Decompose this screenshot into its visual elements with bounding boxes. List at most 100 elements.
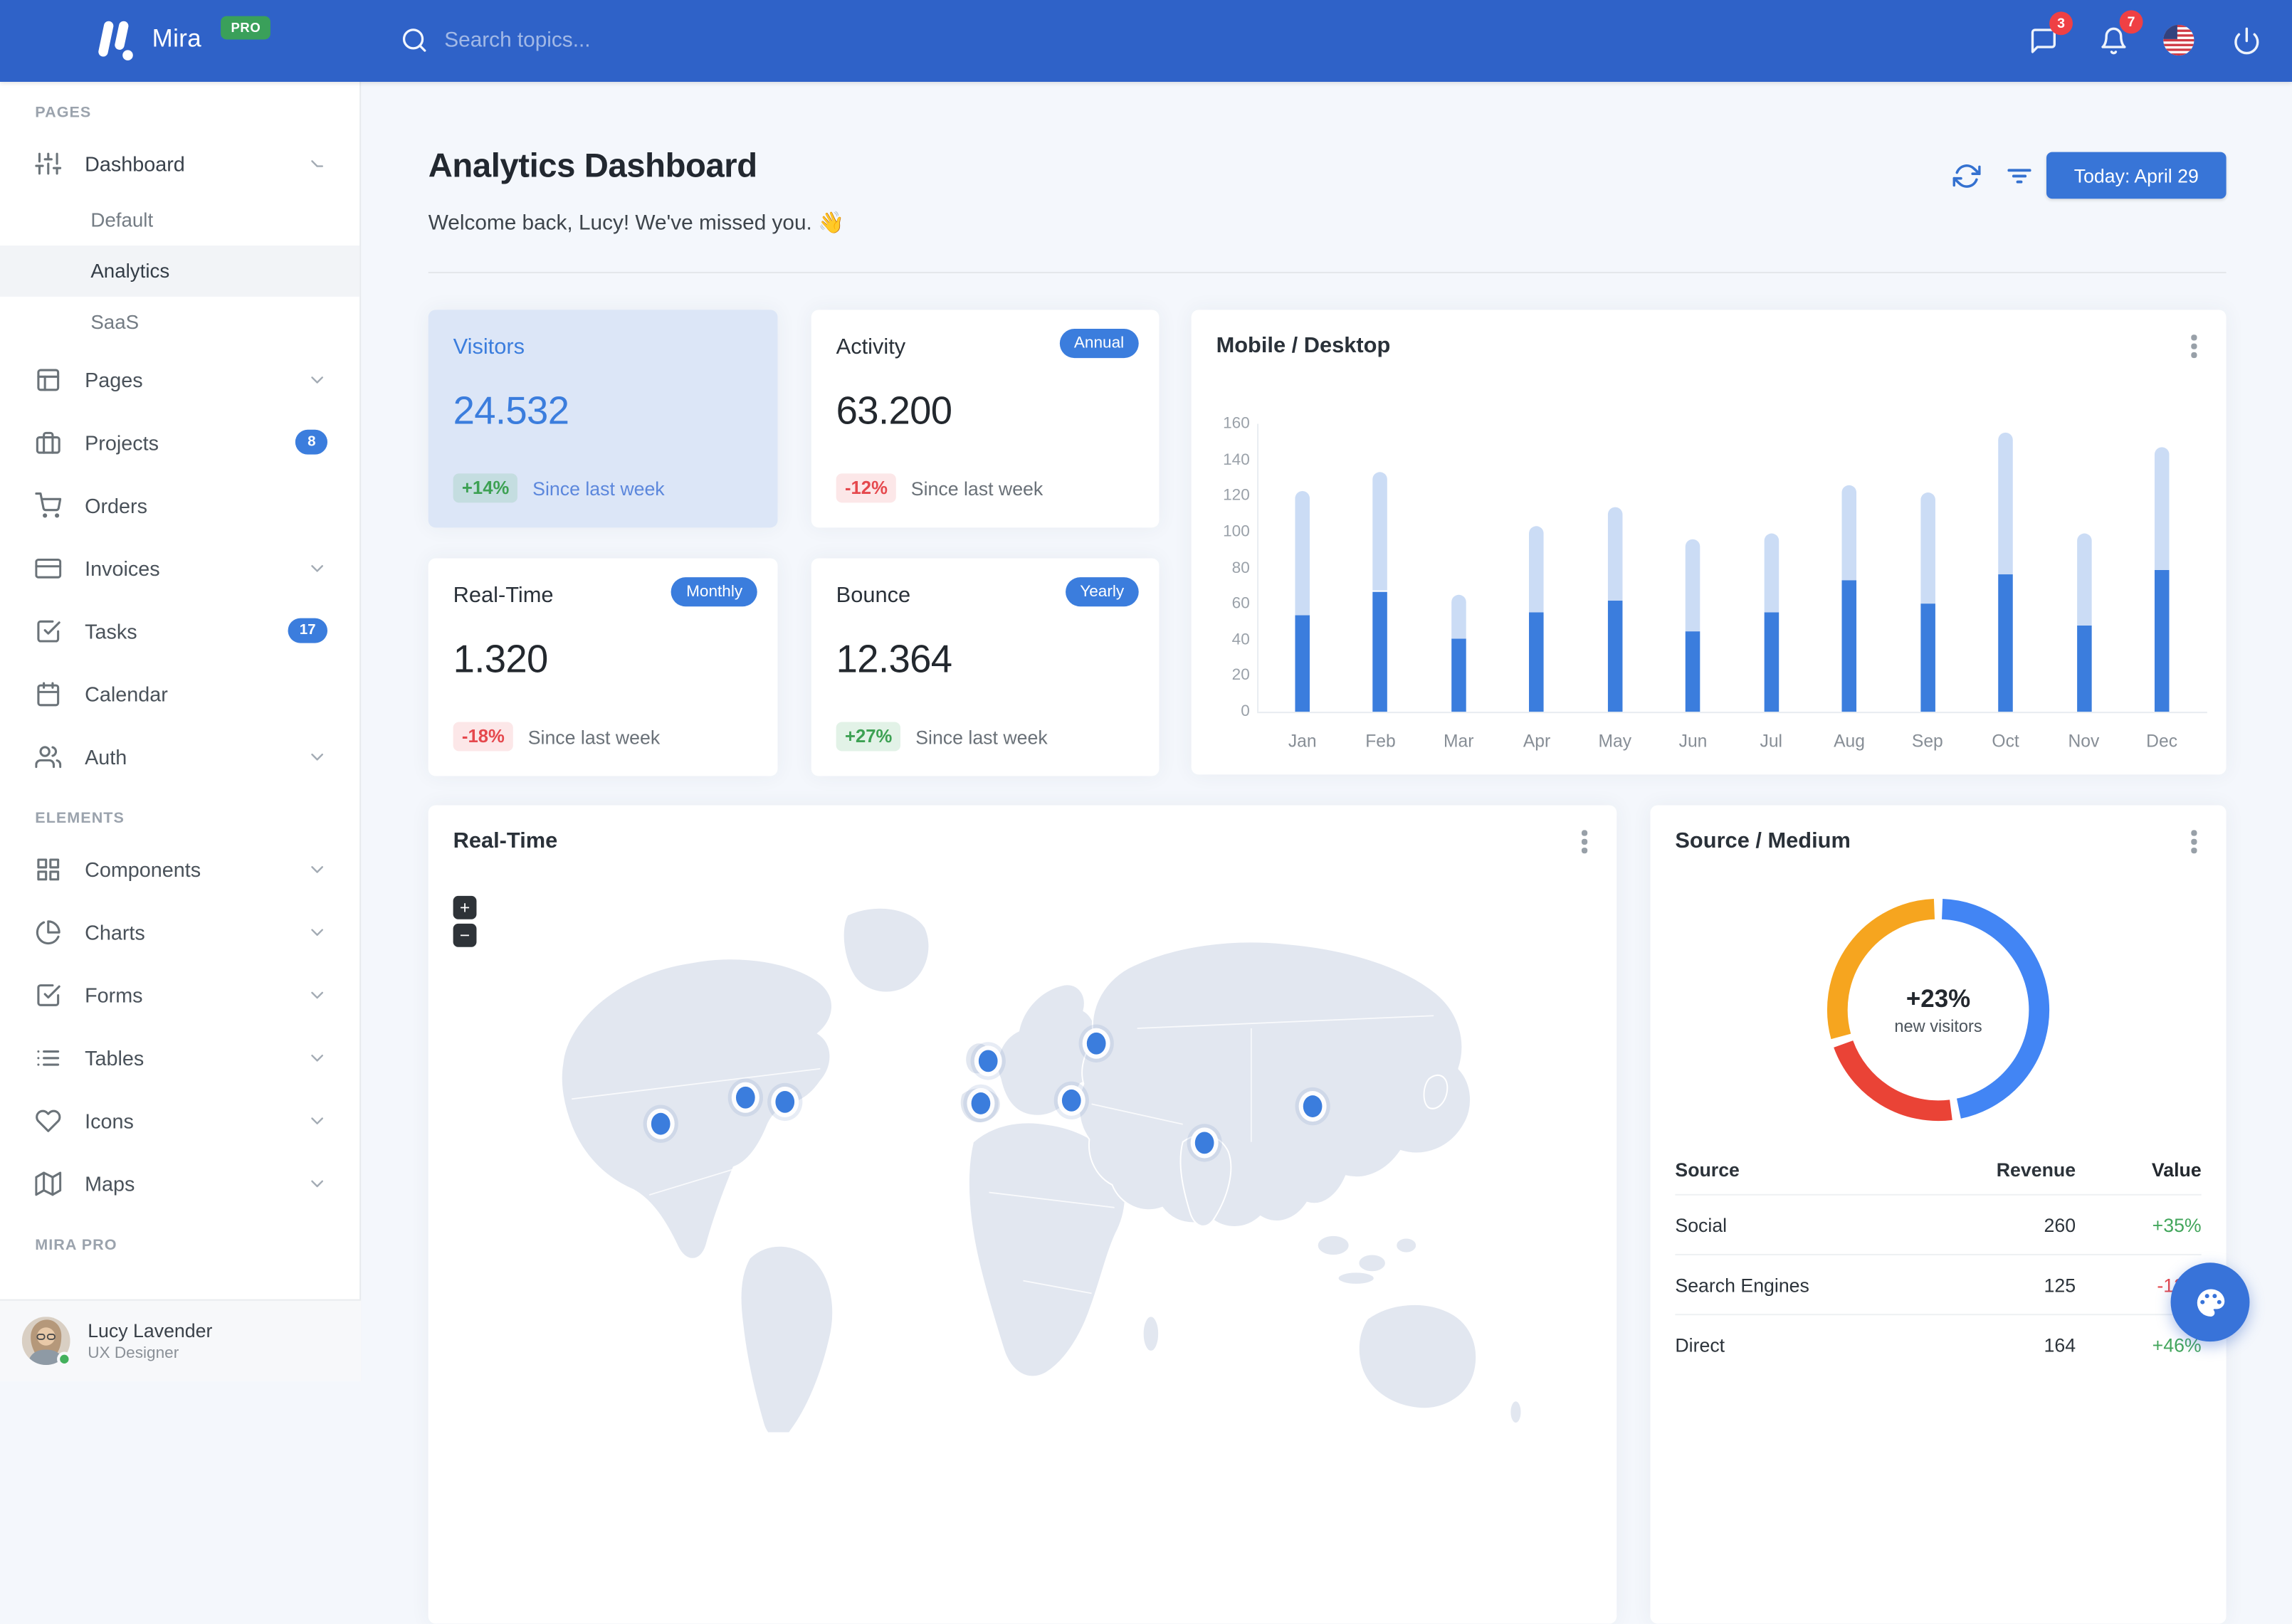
sidebar: PAGES Dashboard Default Analytics SaaS Pages P… [0,81,362,1381]
power-button[interactable] [2229,23,2264,58]
map-marker-beijing [1303,1095,1323,1117]
stat-period-badge: Yearly [1065,577,1139,607]
bar-mobile-may [1607,600,1623,712]
sidebar-item-projects[interactable]: Projects 8 [0,411,359,473]
y-axis-tick: 160 [1223,415,1250,433]
search-input[interactable] [444,19,1058,63]
x-axis-label: Jul [1760,730,1783,752]
bar-mobile-aug [1841,580,1857,712]
filter-icon [2007,169,2031,184]
stat-title: Activity [836,334,906,360]
list-icon [35,1044,61,1070]
refresh-button[interactable] [1952,162,1981,190]
map-marker-london [978,1050,998,1072]
bar-mobile-jul [1764,613,1779,712]
sidebar-item-calendar[interactable]: Calendar [0,662,359,724]
kebab-menu-button[interactable] [1573,828,1597,855]
app-viewport: Mira PRO 3 7 [0,0,2292,1624]
check-square-icon [35,981,61,1008]
map-marker-san-francisco [651,1112,671,1135]
table-header-row: Source Revenue Value [1675,1158,2202,1181]
map-marker-chicago [735,1086,755,1109]
stat-value: 12.364 [836,637,952,681]
realtime-map-card: Real-Time + − [428,805,1617,1624]
sidebar-item-components[interactable]: Components [0,838,359,900]
sidebar-user-footer[interactable]: Lucy Lavender UX Designer [0,1299,362,1381]
stat-delta-badge: +14% [453,473,518,503]
sliders-icon [35,149,62,176]
us-flag-icon[interactable] [2162,23,2195,57]
chevron-down-icon [307,1173,327,1193]
sidebar-item-pages[interactable]: Pages [0,348,359,411]
sidebar-subitem-analytics[interactable]: Analytics [0,245,360,297]
sidebar-item-forms[interactable]: Forms [0,963,359,1025]
bar-chart: 0 20 40 60 80 100 120 140 160 Jan Feb Mar Apr May Jun J… [1192,310,2227,774]
x-axis-label: Nov [2068,730,2100,752]
x-axis-label: Jan [1288,730,1317,752]
pie-chart-icon [35,919,61,945]
sidebar-item-tables[interactable]: Tables [0,1026,359,1089]
sidebar-subitem-saas[interactable]: SaaS [0,297,359,348]
bar-mobile-dec [2154,569,2170,712]
sidebar-badge: 8 [295,429,327,455]
donut-center-label: +23% [1905,984,1971,1013]
stat-title: Bounce [836,583,911,608]
sidebar-item-icons[interactable]: Icons [0,1089,359,1151]
stat-note: Since last week [527,725,661,748]
fab-theme-button[interactable] [2170,1262,2250,1342]
bar-mobile-mar [1451,638,1466,712]
sidebar-item-tasks[interactable]: Tasks 17 [0,599,359,662]
chevron-down-icon [307,369,327,390]
world-map[interactable] [453,877,1594,1440]
sidebar-item-charts[interactable]: Charts [0,900,359,963]
x-axis-label: Feb [1365,730,1396,752]
source-table: Source Revenue Value Social 260 +35% Search En… [1675,1144,2202,1373]
y-axis-tick: 100 [1223,522,1250,541]
sidebar-item-invoices[interactable]: Invoices [0,537,359,599]
bar-desktop-mar [1451,594,1466,638]
stat-title: Real-Time [453,583,554,608]
user-role: UX Designer [88,1344,179,1361]
kebab-menu-button[interactable] [2182,828,2206,855]
search-icon [402,28,426,52]
sidebar-subitem-default[interactable]: Default [0,194,359,246]
chevron-down-icon [307,1110,327,1131]
sidebar-item-dashboard[interactable]: Dashboard [0,132,359,194]
brand-name[interactable]: Mira [152,25,202,54]
cart-icon [35,492,62,518]
map-marker-moscow [1086,1032,1106,1055]
x-axis-label: Jun [1678,730,1708,752]
welcome-text: Welcome back, Lucy! We've missed you. 👋 [428,211,845,236]
chevron-down-icon [307,557,327,578]
stat-value: 24.532 [453,389,569,433]
sidebar-section-label: ELEMENTS [35,809,125,828]
sidebar-item-orders[interactable]: Orders [0,473,359,536]
today-button[interactable]: Today: April 29 [2046,152,2227,199]
sidebar-item-maps[interactable]: Maps [0,1151,359,1214]
stat-title: Visitors [453,334,525,360]
table-row: Direct 164 +46% [1675,1314,2202,1373]
x-axis-label: Apr [1523,730,1551,752]
bar-desktop-aug [1841,485,1857,581]
chevron-down-icon [307,922,327,942]
map-marker-madrid [971,1092,991,1115]
sidebar-item-auth[interactable]: Auth [0,725,359,788]
brand-logo-icon[interactable] [93,21,137,61]
table-row: Search Engines125-12% [1675,1253,2202,1314]
stat-value: 63.200 [836,389,952,433]
bar-mobile-jan [1295,614,1310,712]
y-axis-tick: 0 [1241,702,1250,721]
chevron-down-icon [307,858,327,879]
header-divider [428,271,2227,274]
x-axis-label: Oct [1992,730,2019,752]
chevron-down-icon [307,1047,327,1067]
check-square-icon [35,618,61,644]
filter-button[interactable] [2005,162,2033,190]
bar-desktop-oct [1998,433,2013,575]
sidebar-section-label: MIRA PRO [35,1236,117,1254]
credit-card-icon [35,554,62,581]
bar-mobile-oct [1998,574,2013,712]
grid-icon [35,855,61,882]
stat-value: 1.320 [453,637,549,681]
stat-period-badge: Monthly [671,577,757,607]
